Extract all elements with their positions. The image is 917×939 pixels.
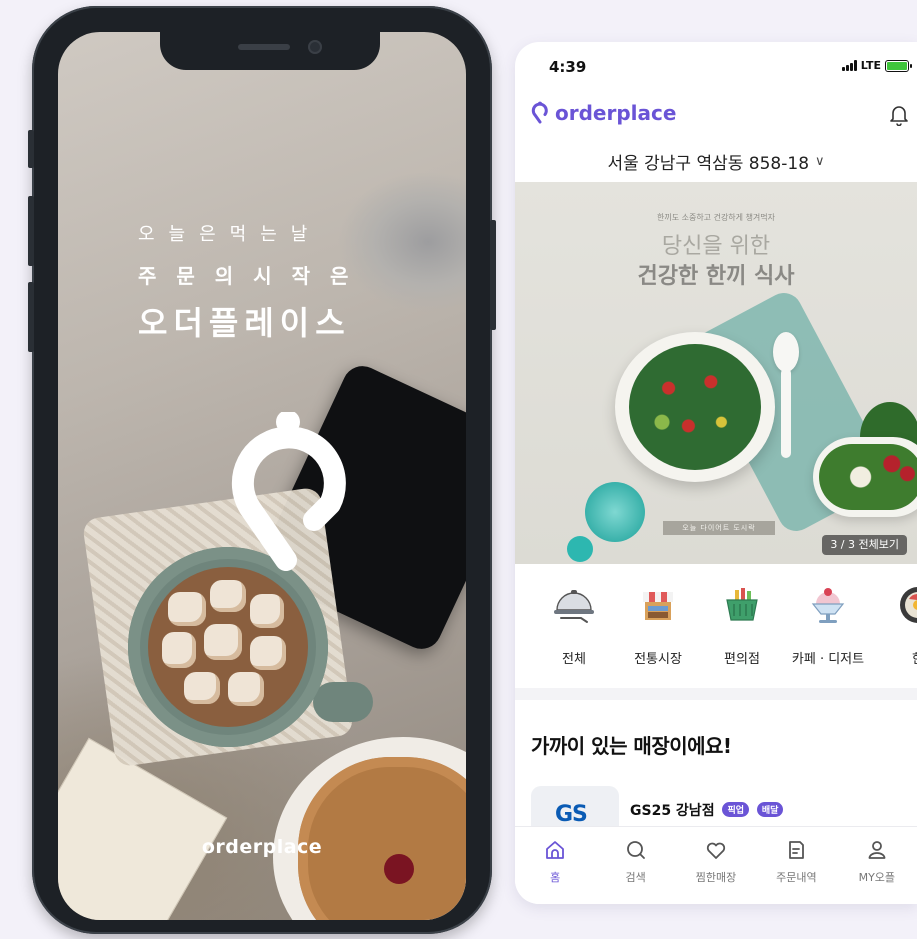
battery-icon bbox=[885, 59, 912, 72]
salad-photo bbox=[629, 344, 761, 470]
status-icons: LTE bbox=[841, 59, 912, 72]
category-all[interactable]: 전체 bbox=[533, 582, 615, 667]
status-time: 4:39 bbox=[549, 58, 587, 76]
bottom-navigation: 홈 검색 찜한매장 주문내역 MY오플 bbox=[515, 826, 917, 904]
store-name: GS25 강남점 bbox=[630, 803, 715, 819]
nav-home[interactable]: 홈 bbox=[515, 827, 595, 904]
glass-photo bbox=[585, 482, 645, 542]
mute-switch bbox=[28, 130, 34, 168]
banner-subtitle: 당신을 위한 bbox=[661, 234, 771, 259]
shaved-ice-icon bbox=[805, 582, 851, 628]
category-label: 카페 · 디저트 bbox=[791, 652, 865, 667]
nav-favorites[interactable]: 찜한매장 bbox=[676, 827, 756, 904]
search-icon bbox=[626, 841, 645, 859]
nav-label: 찜한매장 bbox=[695, 871, 737, 884]
banner-view-all-button[interactable]: 3 / 3 전체보기 bbox=[822, 535, 907, 555]
splash-tagline-2: 주문의시작은 bbox=[138, 264, 369, 288]
nearby-section-title: 가까이 있는 매장이에요! bbox=[531, 734, 732, 758]
marshmallow bbox=[228, 672, 264, 706]
marshmallow bbox=[168, 592, 206, 626]
receipt-icon bbox=[789, 841, 805, 859]
jam-photo bbox=[384, 854, 414, 884]
marshmallow bbox=[162, 632, 196, 668]
marshmallow bbox=[184, 672, 220, 704]
category-label: 전체 bbox=[562, 652, 586, 667]
glass-photo-small bbox=[567, 536, 593, 562]
app-header: orderplace bbox=[515, 94, 917, 134]
category-cafe-dessert[interactable]: 카페 · 디저트 bbox=[787, 582, 869, 667]
chevron-down-icon: ∨ bbox=[815, 153, 825, 169]
home-icon bbox=[546, 841, 565, 859]
marshmallow bbox=[204, 624, 242, 660]
signal-icon bbox=[841, 60, 857, 71]
nav-label: MY오플 bbox=[858, 871, 896, 884]
nav-search[interactable]: 검색 bbox=[595, 827, 675, 904]
nav-orders[interactable]: 주문내역 bbox=[756, 827, 836, 904]
heart-icon bbox=[706, 842, 726, 859]
market-stall-icon bbox=[635, 582, 681, 628]
splash-wordmark: orderplace bbox=[201, 836, 323, 858]
nav-label: 홈 bbox=[550, 871, 561, 884]
marshmallow bbox=[250, 594, 284, 628]
cloche-icon bbox=[551, 582, 597, 628]
category-label: 편의점 bbox=[724, 652, 760, 667]
app-home-screen: 4:39 LTE orderplace 서울 강남구 역삼동 858-18 ∨ bbox=[515, 42, 917, 904]
nav-my-page[interactable]: MY오플 bbox=[837, 827, 917, 904]
basket-icon bbox=[719, 582, 765, 628]
marshmallow bbox=[250, 636, 286, 670]
nav-label: 검색 bbox=[625, 871, 646, 884]
volume-up-button bbox=[28, 196, 34, 266]
address-selector[interactable]: 서울 강남구 역삼동 858-18 ∨ bbox=[515, 142, 917, 180]
orderplace-logo-icon bbox=[231, 412, 346, 571]
banner-tag: 오늘 다이어트 도시락 bbox=[663, 521, 775, 535]
nav-label: 주문내역 bbox=[776, 871, 817, 884]
banner-caption: 한끼도 소중하고 건강하게 챙겨먹자 bbox=[656, 213, 776, 222]
splash-tagline-1: 오늘은먹는날 bbox=[138, 224, 322, 245]
status-bar: 4:39 LTE bbox=[515, 42, 917, 90]
mug-handle-photo bbox=[313, 682, 373, 722]
category-traditional-market[interactable]: 전통시장 bbox=[617, 582, 699, 667]
network-type: LTE bbox=[860, 59, 881, 72]
banner-title: 건강한 한끼 식사 bbox=[637, 264, 795, 289]
orderplace-logo-icon bbox=[531, 101, 548, 124]
promo-banner[interactable]: 한끼도 소중하고 건강하게 챙겨먹자 당신을 위한 건강한 한끼 식사 오늘 다… bbox=[515, 182, 917, 564]
spoon-handle-photo bbox=[781, 368, 791, 458]
spoon-photo bbox=[773, 332, 799, 372]
veg-photo bbox=[819, 444, 917, 510]
marshmallow bbox=[210, 580, 246, 612]
front-camera bbox=[308, 40, 322, 54]
bibimbap-icon bbox=[895, 582, 917, 628]
pickup-badge: 픽업 bbox=[722, 802, 750, 817]
category-korean[interactable]: 한 bbox=[877, 582, 917, 667]
section-divider bbox=[515, 688, 917, 700]
category-list: 전체 전통시장 편의점 카페 · 디저트 bbox=[515, 582, 917, 682]
store-name-row: GS25 강남점 픽업 배달 bbox=[630, 800, 784, 820]
splash-screen: 오늘은먹는날 주문의시작은 오더플레이스 orderplace bbox=[58, 32, 466, 920]
store-list-item[interactable]: GS GS25 강남점 픽업 배달 bbox=[531, 786, 917, 826]
brand-wordmark: orderplace bbox=[555, 101, 677, 125]
earpiece-speaker bbox=[238, 44, 290, 50]
power-button bbox=[490, 220, 496, 330]
address-text: 서울 강남구 역삼동 858-18 bbox=[607, 153, 810, 174]
user-icon bbox=[868, 841, 886, 859]
category-convenience-store[interactable]: 편의점 bbox=[701, 582, 783, 667]
volume-down-button bbox=[28, 282, 34, 352]
splash-phone-mockup: 오늘은먹는날 주문의시작은 오더플레이스 orderplace bbox=[28, 6, 496, 934]
store-logo: GS bbox=[531, 786, 619, 826]
store-logo-text: GS bbox=[555, 802, 588, 826]
splash-headline: 오더플레이스 bbox=[138, 304, 351, 342]
brand-logo[interactable]: orderplace bbox=[531, 101, 676, 125]
category-label: 한 bbox=[877, 648, 917, 667]
phone-notch bbox=[160, 32, 380, 70]
book-photo bbox=[58, 737, 228, 920]
category-label: 전통시장 bbox=[634, 652, 682, 667]
delivery-badge: 배달 bbox=[756, 802, 784, 817]
bell-icon[interactable] bbox=[889, 104, 909, 130]
